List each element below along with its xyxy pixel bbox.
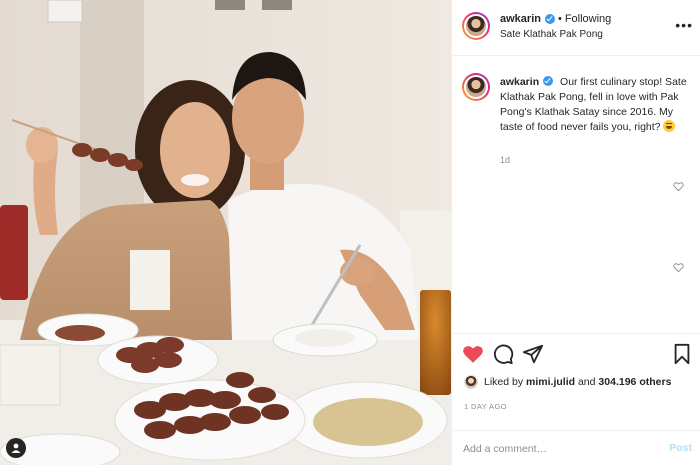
liked-user-link[interactable]: mimi.julid xyxy=(526,376,575,388)
heart-filled-icon[interactable] xyxy=(462,343,484,365)
caption-verified-badge-icon xyxy=(543,76,554,86)
author-avatar[interactable] xyxy=(462,12,490,40)
likes-count[interactable]: 304.196 xyxy=(598,376,636,388)
verified-badge-icon xyxy=(544,14,555,24)
comment-like-heart-icon[interactable] xyxy=(673,262,684,273)
paper-plane-icon[interactable] xyxy=(522,343,544,365)
caption-username[interactable]: awkarin xyxy=(500,76,539,88)
author-name-row: awkarin • Following xyxy=(500,13,611,25)
post-sidebar: awkarin • Following Sate Klathak Pak Pon… xyxy=(451,0,700,465)
comment-input[interactable] xyxy=(463,440,643,458)
user-tag-button[interactable] xyxy=(6,438,26,458)
author-username[interactable]: awkarin xyxy=(500,13,541,25)
following-button[interactable]: Following xyxy=(565,13,611,25)
likes-suffix[interactable]: others xyxy=(639,376,671,388)
separator-dot: • xyxy=(557,13,562,25)
caption-text-block: awkarin Our first culinary stop! Sate Kl… xyxy=(500,75,694,135)
add-comment-bar: Post xyxy=(452,430,700,465)
liked-prefix: Liked by xyxy=(484,376,524,388)
location-link[interactable]: Sate Klathak Pak Pong xyxy=(500,29,603,40)
post-photo[interactable] xyxy=(0,0,451,465)
caption-avatar[interactable] xyxy=(462,73,490,101)
post-timestamp[interactable]: 1 DAY AGO xyxy=(464,402,507,411)
comment-like-heart-icon[interactable] xyxy=(673,181,684,192)
bookmark-icon[interactable] xyxy=(671,343,693,365)
speech-bubble-icon[interactable] xyxy=(492,343,514,365)
grinning-sweat-emoji-icon xyxy=(663,120,676,132)
liker-avatar[interactable] xyxy=(464,375,478,389)
liked-by-row: Liked by mimi.julid and 304.196 others xyxy=(464,375,671,389)
liked-and: and xyxy=(577,376,596,388)
post-header: awkarin • Following Sate Klathak Pak Pon… xyxy=(452,0,700,56)
caption-age: 1d xyxy=(500,155,511,165)
post-comment-button[interactable]: Post xyxy=(669,442,692,454)
person-icon xyxy=(11,443,21,453)
more-options-icon[interactable]: ••• xyxy=(675,18,693,32)
photo-illustration xyxy=(0,0,451,465)
comments-section: awkarin Our first culinary stop! Sate Kl… xyxy=(452,57,700,333)
actions-bar: Liked by mimi.julid and 304.196 others 1… xyxy=(452,333,700,465)
